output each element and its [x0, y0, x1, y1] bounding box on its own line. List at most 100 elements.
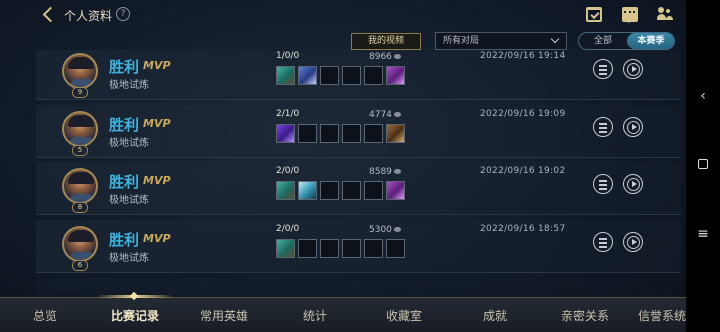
empty-item-slot: [342, 239, 361, 258]
match-result: 胜利: [109, 231, 140, 249]
bottom-nav: 总览 比赛记录 常用英雄 统计 收藏室 成就 亲密关系 信誉系统: [0, 291, 686, 332]
replay-play-button[interactable]: [623, 232, 643, 252]
nav-tab[interactable]: 统计: [285, 298, 345, 332]
empty-item-slot: [342, 181, 361, 200]
empty-item-slot: [320, 66, 339, 85]
mvp-badge: MVP: [143, 59, 171, 72]
match-datetime: 2022/09/16 19:02: [480, 166, 566, 176]
nav-tab[interactable]: 常用英雄: [184, 298, 264, 332]
task-checklist-icon[interactable]: [586, 7, 602, 22]
item-icon: [276, 66, 295, 85]
match-type-value: 所有对局: [443, 36, 480, 46]
gold-coin-icon: [393, 227, 401, 232]
match-detail-button[interactable]: [593, 59, 613, 79]
kda: 2/0/0: [276, 224, 300, 234]
champion-avatar: [62, 111, 98, 147]
gold-earned: 5300: [369, 225, 401, 235]
empty-item-slot: [364, 124, 383, 143]
empty-item-slot: [364, 239, 383, 258]
empty-item-slot: [320, 124, 339, 143]
item-icon: [276, 124, 295, 143]
replay-play-button[interactable]: [623, 174, 643, 194]
replay-play-button[interactable]: [623, 59, 643, 79]
top-bar: 个人资料 ?: [0, 0, 686, 30]
page-title: 个人资料: [64, 9, 113, 23]
empty-item-slot: [364, 181, 383, 200]
match-result: 胜利: [109, 116, 140, 134]
replay-play-button[interactable]: [623, 117, 643, 137]
champion-avatar: [62, 168, 98, 204]
champion-avatar: [62, 226, 98, 262]
champion-level: 9: [72, 87, 88, 98]
kda: 1/0/0: [276, 51, 300, 61]
nav-tab[interactable]: 亲密关系: [548, 298, 622, 332]
gold-value: 8589: [369, 167, 392, 177]
game-mode: 极地试炼: [109, 138, 149, 149]
nav-tab[interactable]: 信誉系统: [632, 298, 686, 332]
chevron-down-icon: [550, 34, 560, 44]
match-result: 胜利: [109, 173, 140, 191]
gold-coin-icon: [393, 54, 401, 59]
empty-item-slot: [386, 239, 405, 258]
match-detail-button[interactable]: [593, 232, 613, 252]
match-detail-button[interactable]: [593, 117, 613, 137]
recents-menu-icon[interactable]: ≡: [693, 224, 713, 244]
item-icon: [386, 181, 405, 200]
nav-tab[interactable]: 比赛记录: [96, 298, 174, 332]
champion-level: 6: [72, 260, 88, 271]
game-mode: 极地试炼: [109, 80, 149, 91]
app-window: 个人资料 ? 我的视频 所有对局 全部 本赛季 9 胜利 MVP 极地试炼 1/0/0 8…: [0, 0, 686, 332]
mvp-badge: MVP: [143, 232, 171, 245]
mvp-badge: MVP: [143, 174, 171, 187]
back-chevron-icon[interactable]: ‹: [693, 86, 713, 106]
chat-message-icon[interactable]: [622, 7, 638, 23]
item-icon: [386, 124, 405, 143]
season-segmented-control: 全部 本赛季: [578, 32, 675, 50]
help-icon[interactable]: ?: [116, 7, 130, 21]
system-nav-bar: ‹ ≡: [686, 0, 720, 332]
match-result: 胜利: [109, 58, 140, 76]
match-datetime: 2022/09/16 19:14: [480, 51, 566, 61]
match-row[interactable]: 5 胜利 MVP 极地试炼 2/1/0 4774 2022/09/16 19:09: [36, 105, 681, 158]
gold-value: 4774: [369, 110, 392, 120]
match-datetime: 2022/09/16 18:57: [480, 224, 566, 234]
match-row[interactable]: 6 胜利 MVP 极地试炼 2/0/0 5300 2022/09/16 18:57: [36, 220, 681, 273]
match-type-select[interactable]: 所有对局: [435, 32, 567, 50]
gold-coin-icon: [393, 112, 401, 117]
item-icon: [298, 181, 317, 200]
gold-value: 5300: [369, 225, 392, 235]
nav-tab[interactable]: 总览: [22, 298, 68, 332]
back-arrow-icon[interactable]: [40, 6, 58, 24]
item-icon: [276, 181, 295, 200]
match-list[interactable]: 9 胜利 MVP 极地试炼 1/0/0 8966 2022/09/16 19:14 5 胜利 MV…: [36, 50, 681, 294]
match-row[interactable]: 8 胜利 MVP 极地试炼 2/0/0 8589 2022/09/16 19:02: [36, 162, 681, 215]
empty-item-slot: [342, 124, 361, 143]
champion-avatar: [62, 53, 98, 89]
item-icon: [386, 66, 405, 85]
home-square-icon[interactable]: [693, 155, 713, 175]
gold-earned: 8589: [369, 167, 401, 177]
friends-icon[interactable]: [657, 7, 673, 22]
empty-item-slot: [364, 66, 383, 85]
segment-this-season[interactable]: 本赛季: [627, 33, 674, 49]
match-detail-button[interactable]: [593, 174, 613, 194]
match-row[interactable]: 9 胜利 MVP 极地试炼 1/0/0 8966 2022/09/16 19:14: [36, 50, 681, 100]
mvp-badge: MVP: [143, 117, 171, 130]
nav-tab[interactable]: 收藏室: [365, 298, 443, 332]
item-icon: [276, 239, 295, 258]
kda: 2/0/0: [276, 166, 300, 176]
gold-earned: 8966: [369, 52, 401, 62]
champion-level: 5: [72, 145, 88, 156]
gold-coin-icon: [393, 169, 401, 174]
gold-value: 8966: [369, 52, 392, 62]
empty-item-slot: [342, 66, 361, 85]
game-mode: 极地试炼: [109, 253, 149, 264]
game-mode: 极地试炼: [109, 195, 149, 206]
nav-tab[interactable]: 成就: [462, 298, 528, 332]
segment-all[interactable]: 全部: [579, 33, 627, 49]
my-videos-button[interactable]: 我的视频: [351, 33, 421, 50]
empty-item-slot: [320, 181, 339, 200]
empty-item-slot: [298, 239, 317, 258]
match-datetime: 2022/09/16 19:09: [480, 109, 566, 119]
item-icon: [298, 66, 317, 85]
